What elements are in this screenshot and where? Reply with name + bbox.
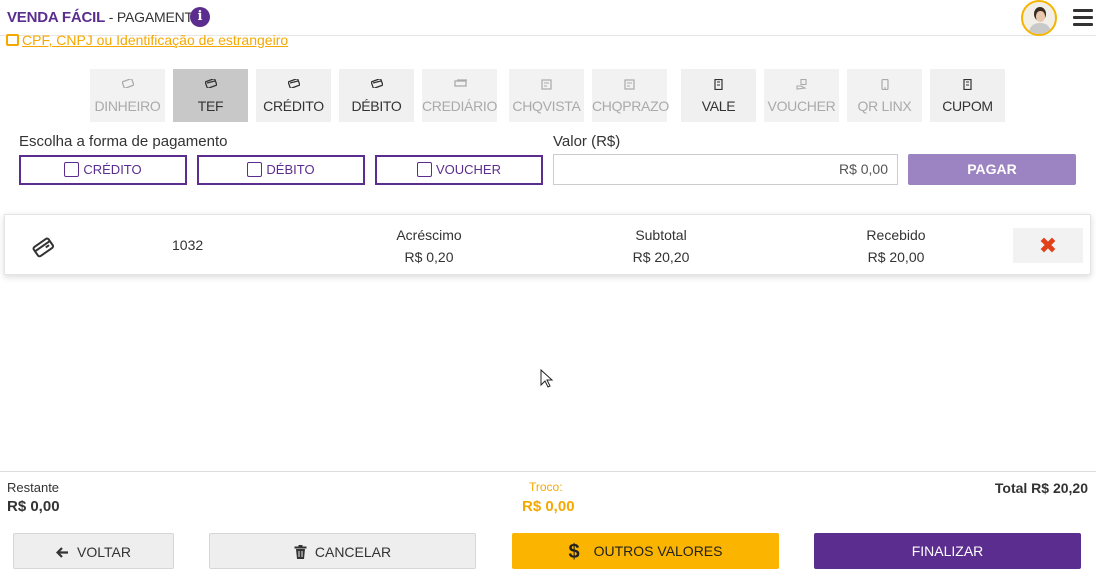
tab-dinheiro[interactable]: DINHEIRO <box>90 69 165 122</box>
cpf-link-label: CPF, CNPJ ou Identificação de estrangeir… <box>22 32 289 48</box>
choose-payment-label: Escolha a forma de pagamento <box>19 133 228 150</box>
option-label: CRÉDITO <box>83 162 142 177</box>
tab-credito[interactable]: CRÉDITO <box>256 69 331 122</box>
coupon-icon <box>962 78 974 91</box>
tab-label: CRÉDITO <box>263 98 324 114</box>
close-icon: ✖ <box>1038 233 1058 258</box>
tab-label: DÉBITO <box>351 98 402 114</box>
checkbox-icon <box>247 162 263 177</box>
money-icon <box>121 78 134 89</box>
payment-entry-row: 1032 Acréscimo R$ 0,20 Subtotal R$ 20,20… <box>4 214 1091 275</box>
credito-checkbox-button[interactable]: CRÉDITO <box>19 155 187 185</box>
page-title: VENDA FÁCIL - PAGAMENTO <box>7 9 203 26</box>
option-label: VOUCHER <box>435 162 501 177</box>
cancelar-button[interactable]: CANCELAR <box>209 533 476 569</box>
finalizar-button[interactable]: FINALIZAR <box>814 533 1081 569</box>
avatar[interactable] <box>1021 0 1057 36</box>
voltar-label: VOLTAR <box>77 544 131 560</box>
trash-icon <box>294 534 307 570</box>
pagar-button[interactable]: PAGAR <box>908 154 1076 185</box>
tab-label: QR LINX <box>857 98 912 114</box>
troco-value: R$ 0,00 <box>522 498 575 515</box>
phone-icon <box>879 78 891 91</box>
tab-label: VALE <box>701 98 736 114</box>
tab-voucher[interactable]: VOUCHER <box>764 69 839 122</box>
total-amount: Total R$ 20,20 <box>994 480 1088 496</box>
checkbox-icon <box>64 162 80 177</box>
acrescimo-value: R$ 0,20 <box>404 249 454 265</box>
acrescimo-column: Acréscimo R$ 0,20 <box>369 227 489 265</box>
recebido-column: Recebido R$ 20,00 <box>836 227 956 265</box>
check-icon <box>540 79 553 90</box>
card-icon <box>370 78 383 89</box>
tab-debito[interactable]: DÉBITO <box>339 69 414 122</box>
tab-label: CHQPRAZO <box>592 98 669 114</box>
tab-chqvista[interactable]: CHQVISTA <box>509 69 584 122</box>
card-icon <box>204 78 217 89</box>
mouse-cursor-icon <box>540 369 554 388</box>
arrow-left-icon <box>55 534 69 570</box>
valor-label: Valor (R$) <box>553 133 621 150</box>
hand-icon <box>795 78 808 90</box>
tab-crediario[interactable]: CREDIÁRIO <box>422 69 497 122</box>
tab-cupom[interactable]: CUPOM <box>930 69 1005 122</box>
tab-label: DINHEIRO <box>94 98 161 114</box>
voucher-checkbox-button[interactable]: VOUCHER <box>375 155 543 185</box>
checkbox-icon <box>416 162 432 177</box>
info-icon[interactable]: i <box>190 7 210 27</box>
tab-label: CHQVISTA <box>512 98 581 114</box>
tab-chqprazo[interactable]: CHQPRAZO <box>592 69 669 122</box>
tab-label: CREDIÁRIO <box>422 98 498 114</box>
option-label: DÉBITO <box>266 162 315 177</box>
brand-name: VENDA FÁCIL <box>7 9 106 26</box>
bills-icon <box>453 79 467 88</box>
cpf-link[interactable]: CPF, CNPJ ou Identificação de estrangeir… <box>6 32 288 48</box>
app-header: VENDA FÁCIL - PAGAMENTO i <box>0 0 1096 36</box>
card-icon <box>287 78 300 89</box>
hamburger-menu-icon[interactable] <box>1073 9 1093 27</box>
tab-qrlinx[interactable]: QR LINX <box>847 69 922 122</box>
tab-label: VOUCHER <box>767 98 836 114</box>
check-icon <box>623 79 636 90</box>
subtotal-value: R$ 20,20 <box>632 249 690 265</box>
receipt-icon <box>713 78 725 91</box>
tab-vale[interactable]: VALE <box>681 69 756 122</box>
tab-tef[interactable]: TEF <box>173 69 248 122</box>
subtotal-label: Subtotal <box>635 227 687 243</box>
outros-label: OUTROS VALORES <box>593 543 723 559</box>
title-separator: - <box>105 9 117 25</box>
restante-value: R$ 0,00 <box>7 498 60 515</box>
subtotal-column: Subtotal R$ 20,20 <box>601 227 721 265</box>
tab-label: CUPOM <box>942 98 993 114</box>
outros-valores-button[interactable]: $ OUTROS VALORES <box>512 533 779 569</box>
card-icon <box>32 236 55 258</box>
voltar-button[interactable]: VOLTAR <box>13 533 174 569</box>
acrescimo-label: Acréscimo <box>396 227 462 243</box>
edit-icon <box>6 34 19 46</box>
troco-label: Troco: <box>529 480 563 494</box>
payment-code: 1032 <box>172 237 204 253</box>
restante-label: Restante <box>7 480 60 495</box>
recebido-label: Recebido <box>866 227 926 243</box>
remove-payment-button[interactable]: ✖ <box>1013 228 1083 263</box>
recebido-value: R$ 20,00 <box>867 249 925 265</box>
dollar-icon: $ <box>568 541 580 563</box>
debito-checkbox-button[interactable]: DÉBITO <box>197 155 365 185</box>
divider <box>0 471 1096 472</box>
cancelar-label: CANCELAR <box>314 544 392 560</box>
valor-input[interactable]: R$ 0,00 <box>553 154 898 185</box>
tab-label: TEF <box>197 98 224 114</box>
